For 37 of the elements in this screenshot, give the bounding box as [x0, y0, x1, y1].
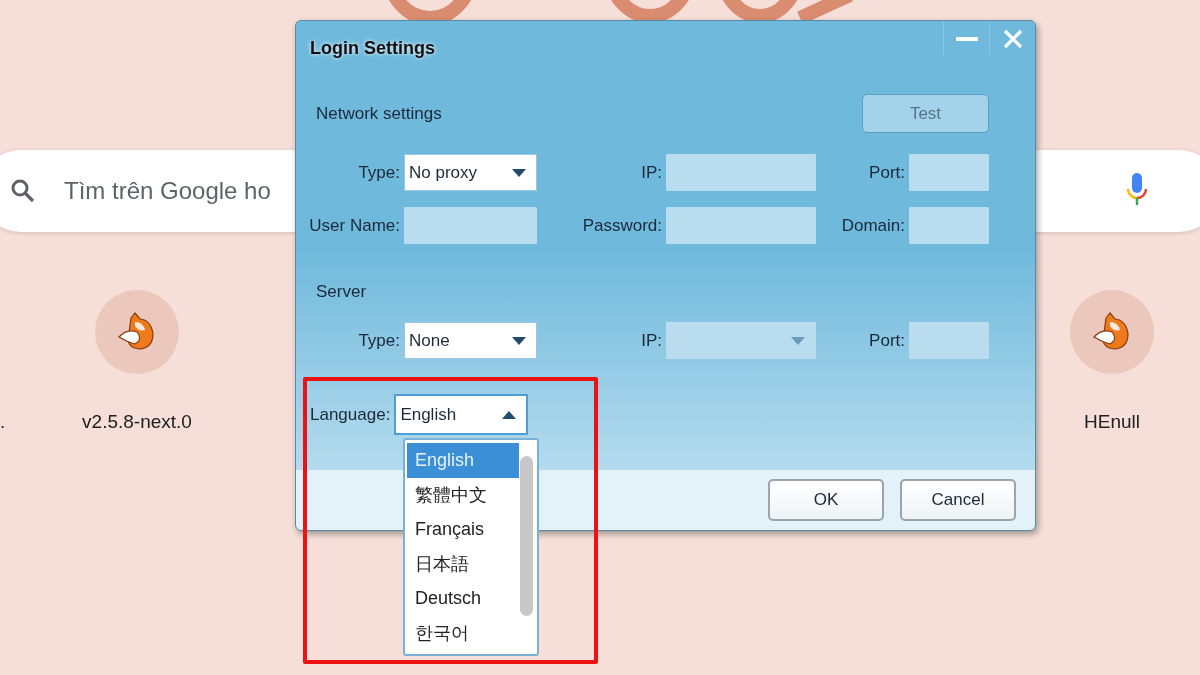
window-title: Login Settings: [309, 37, 436, 60]
field-label: Type:: [357, 161, 401, 184]
section-heading: Network settings: [316, 102, 442, 125]
dropdown-field[interactable]: No proxy: [404, 154, 537, 191]
caret-icon: [512, 336, 526, 345]
minimize-icon: [955, 35, 978, 42]
scrollbar-thumb[interactable]: [520, 456, 533, 616]
search-icon[interactable]: [10, 178, 36, 204]
field-label: Port:: [868, 329, 906, 352]
field-label: Type:: [357, 329, 401, 352]
dropdown-option[interactable]: 繁體中文: [407, 477, 519, 513]
dropdown-option[interactable]: 한국어: [407, 615, 519, 651]
dropdown-option[interactable]: Français: [407, 512, 519, 547]
dropdown-option[interactable]: Deutsch: [407, 581, 519, 616]
cancel-button[interactable]: Cancel: [900, 479, 1016, 521]
search-placeholder: Tìm trên Google ho: [64, 176, 271, 206]
caret-icon: [512, 168, 526, 177]
close-icon: [1002, 28, 1023, 49]
field-label: Domain:: [840, 214, 906, 237]
caret-icon: [791, 336, 805, 345]
shortcut-tile[interactable]: HEnull: [1032, 290, 1192, 437]
field-label: IP:: [640, 329, 663, 352]
field-label: Port:: [868, 161, 906, 184]
caret-icon: [502, 410, 517, 419]
section-heading: Server: [316, 281, 368, 302]
shortcut-label: HEnull: [1084, 410, 1140, 434]
shortcut-label: v2.5.8-next.0: [82, 410, 192, 434]
ok-button[interactable]: OK: [768, 479, 884, 521]
field-label: Language:: [310, 403, 391, 426]
field-label: Password:: [581, 214, 663, 237]
language-dropdown[interactable]: English: [394, 394, 529, 435]
dropdown-field[interactable]: None: [404, 322, 537, 359]
field-label: User Name:: [308, 214, 401, 237]
shortcut-label: .: [0, 410, 7, 434]
dropdown-option[interactable]: 日本語: [407, 546, 519, 582]
field-label: IP:: [640, 161, 663, 184]
shortcut-tile[interactable]: v2.5.8-next.0: [57, 290, 217, 437]
